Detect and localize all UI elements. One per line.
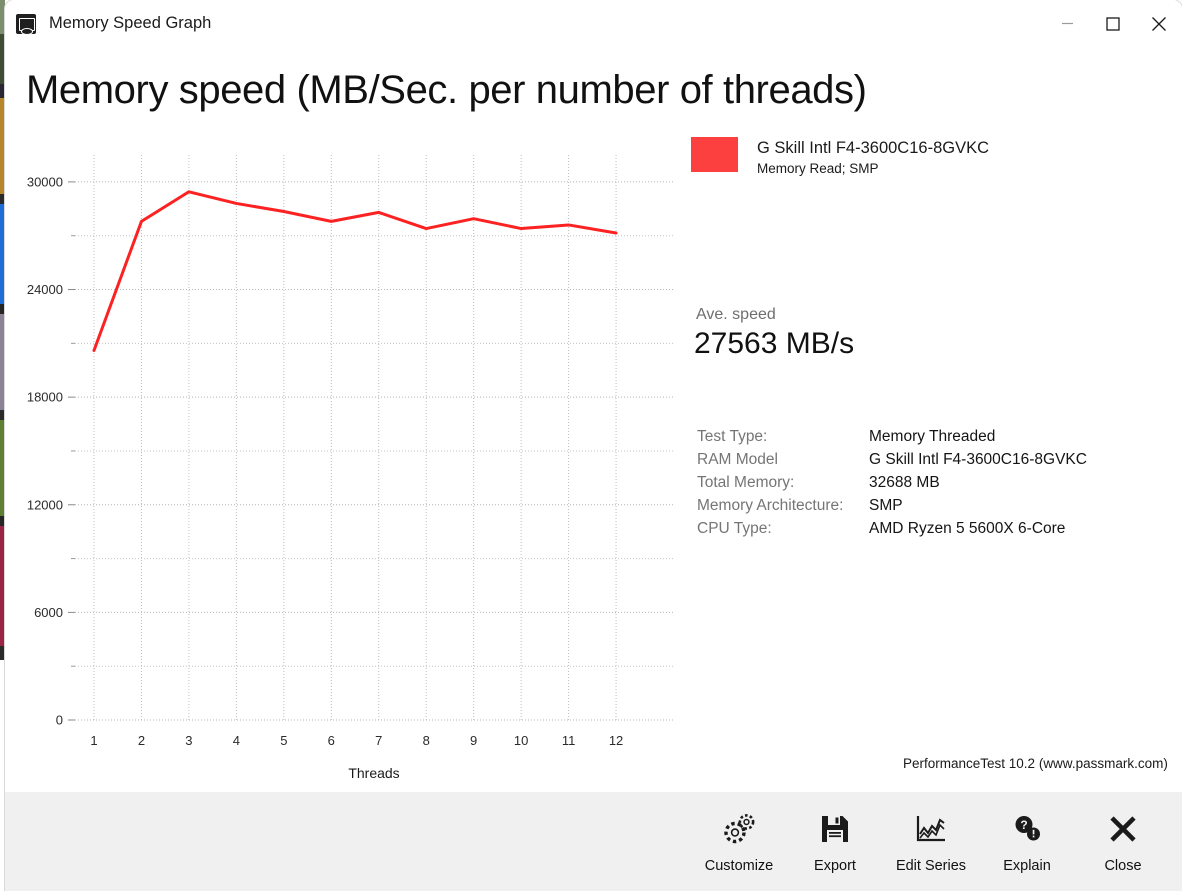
- title-bar: Memory Speed Graph: [5, 0, 1182, 47]
- x-mark-icon: [1108, 808, 1138, 850]
- legend-series-name: G Skill Intl F4-3600C16-8GVKC: [757, 139, 990, 157]
- info-row-key: Test Type:: [697, 428, 768, 445]
- chart-legend: G Skill Intl F4-3600C16-8GVKC Memory Rea…: [691, 137, 989, 176]
- system-info-table: Test Type: Memory Threaded RAM Model G Skil…: [697, 428, 1087, 543]
- legend-color-swatch: [691, 137, 738, 172]
- info-row-key: RAM Model: [697, 451, 778, 468]
- x-axis-title: Threads: [348, 765, 399, 781]
- edit-series-label: Edit Series: [895, 858, 967, 874]
- export-label: Export: [814, 858, 856, 874]
- explain-button[interactable]: ? Explain: [979, 792, 1075, 874]
- x-axis-label: 10: [514, 733, 528, 748]
- info-row-key: Memory Architecture:: [697, 497, 844, 514]
- average-speed-label: Ave. speed: [696, 306, 776, 323]
- page-title: Memory speed (MB/Sec. per number of thre…: [26, 68, 867, 112]
- x-axis-label: 8: [423, 733, 430, 748]
- x-axis-label: 12: [609, 733, 623, 748]
- close-button[interactable]: [1136, 0, 1182, 47]
- info-row-value: G Skill Intl F4-3600C16-8GVKC: [869, 451, 1087, 468]
- info-row-key: Total Memory:: [697, 474, 795, 491]
- info-row: CPU Type: AMD Ryzen 5 5600X 6-Core: [697, 520, 1087, 543]
- info-row-value: Memory Threaded: [869, 428, 996, 445]
- x-axis-label: 11: [562, 733, 576, 748]
- x-axis-label: 7: [375, 733, 382, 748]
- y-axis-label: 18000: [27, 390, 63, 405]
- memory-speed-line-chart: 0600012000180002400030000 1 2 3 4 5 6 7 8 9 10 11 1…: [27, 155, 673, 781]
- x-axis-label: 3: [185, 733, 192, 748]
- minimize-button[interactable]: [1044, 0, 1090, 47]
- y-axis-label: 0: [56, 713, 63, 728]
- x-axis-label: 9: [470, 733, 477, 748]
- info-row: RAM Model G Skill Intl F4-3600C16-8GVKC: [697, 451, 1087, 474]
- grid-lines-minor: [75, 235, 673, 667]
- grid-lines-major: [75, 181, 673, 721]
- maximize-button[interactable]: [1090, 0, 1136, 47]
- export-button[interactable]: Export: [787, 792, 883, 874]
- x-axis-label: 2: [138, 733, 145, 748]
- window-controls: [1044, 0, 1182, 47]
- gears-icon: [722, 808, 756, 850]
- info-row: Total Memory: 32688 MB: [697, 474, 1087, 497]
- y-axis-tick-marks: [68, 181, 75, 721]
- customize-button[interactable]: Customize: [691, 792, 787, 874]
- memory-speed-graph-window: Memory Speed Graph Memory speed (MB/Sec.…: [5, 0, 1182, 891]
- data-series-lines: [92, 190, 618, 353]
- product-footer-note: PerformanceTest 10.2 (www.passmark.com): [903, 756, 1168, 771]
- y-axis-tick-labels: 0 6000 12000 18000 24000 30000: [27, 174, 63, 727]
- info-row-key: CPU Type:: [697, 520, 772, 537]
- floppy-disk-icon: [820, 808, 850, 850]
- svg-text:?: ?: [1020, 818, 1027, 832]
- y-axis-label: 30000: [27, 174, 63, 189]
- window-title: Memory Speed Graph: [49, 14, 212, 32]
- line-chart-icon: [915, 808, 947, 850]
- y-axis-label: 24000: [27, 282, 63, 297]
- edit-series-button[interactable]: Edit Series: [883, 792, 979, 874]
- memory-graph-icon: [16, 13, 36, 35]
- explain-label: Explain: [1003, 858, 1051, 874]
- toolbar-button-group: Customize Export Edit Series ? Explain C…: [691, 792, 1171, 891]
- x-axis-label: 1: [90, 733, 97, 748]
- x-axis-tick-labels: 1 2 3 4 5 6 7 8 9 10 11 12: [90, 733, 623, 748]
- bottom-toolbar: Customize Export Edit Series ? Explain C…: [5, 791, 1182, 891]
- info-row-value: 32688 MB: [869, 474, 940, 491]
- legend-series-subtitle: Memory Read; SMP: [757, 161, 879, 176]
- customize-label: Customize: [704, 858, 774, 874]
- close-toolbar-button[interactable]: Close: [1075, 792, 1171, 874]
- info-row-value: AMD Ryzen 5 5600X 6-Core: [869, 520, 1066, 537]
- average-speed-value: 27563 MB/s: [694, 327, 855, 360]
- x-axis-label: 6: [328, 733, 335, 748]
- info-row: Memory Architecture: SMP: [697, 497, 1087, 520]
- info-row: Test Type: Memory Threaded: [697, 428, 1087, 451]
- y-axis-label: 6000: [34, 605, 63, 620]
- y-axis-label: 12000: [27, 497, 63, 512]
- x-axis-label: 5: [280, 733, 287, 748]
- chart-plot-area: 0 6000 12000 18000 24000 30000 1 2 3 4 5 6 7 8 9 10 11 1…: [5, 130, 695, 790]
- x-axis-label: 4: [233, 733, 240, 748]
- close-toolbar-label: Close: [1104, 858, 1142, 874]
- legend-text-group: G Skill Intl F4-3600C16-8GVKC Memory Rea…: [757, 138, 989, 176]
- info-row-value: SMP: [869, 497, 903, 514]
- grid-lines-vertical: [93, 155, 617, 722]
- question-mark-icon: ?: [1012, 808, 1042, 850]
